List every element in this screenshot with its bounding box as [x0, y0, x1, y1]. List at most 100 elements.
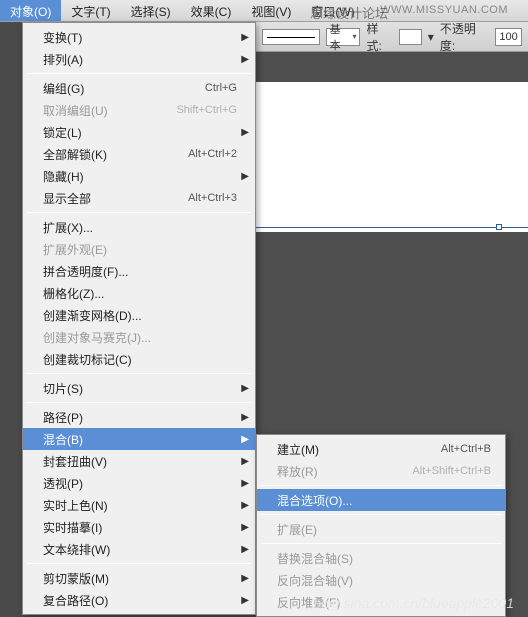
menu-item-label: 排列(A)	[43, 51, 237, 68]
profile-label: 基本	[330, 21, 351, 53]
object-menu-dropdown: 变换(T)▶排列(A)▶编组(G)Ctrl+G取消编组(U)Shift+Ctrl…	[22, 22, 256, 615]
menu-item[interactable]: 封套扭曲(V) ▶	[23, 450, 255, 472]
menu-item-label: 取消编组(U)	[43, 102, 166, 119]
menu-item[interactable]: 剪切蒙版(M) ▶	[23, 567, 255, 589]
menu-item-label: 变换(T)	[43, 29, 237, 46]
submenu-arrow-icon: ▶	[241, 127, 249, 138]
submenu-arrow-icon: ▶	[241, 171, 249, 182]
submenu-arrow-icon: ▶	[241, 522, 249, 533]
submenu-item: 反向混合轴(V)	[257, 569, 505, 591]
menu-item-label: 锁定(L)	[43, 124, 237, 141]
separator	[27, 212, 251, 213]
menu-item-label: 反向混合轴(V)	[277, 572, 491, 589]
menu-text[interactable]: 文字(T)	[61, 0, 120, 21]
menu-item[interactable]: 隐藏(H) ▶	[23, 165, 255, 187]
menu-item-label: 路径(P)	[43, 409, 237, 426]
separator	[27, 373, 251, 374]
menu-item-label: 剪切蒙版(M)	[43, 570, 237, 587]
menu-item-label: 实时描摹(I)	[43, 519, 237, 536]
submenu-arrow-icon: ▶	[241, 456, 249, 467]
menu-item-label: 文本绕排(W)	[43, 541, 237, 558]
submenu-arrow-icon: ▶	[241, 434, 249, 445]
separator	[27, 402, 251, 403]
submenu-arrow-icon: ▶	[241, 595, 249, 606]
menu-item-label: 封套扭曲(V)	[43, 453, 237, 470]
submenu-arrow-icon: ▶	[241, 478, 249, 489]
submenu-item: 扩展(E)	[257, 518, 505, 540]
menu-item[interactable]: 路径(P)▶	[23, 406, 255, 428]
anchor-point[interactable]	[496, 224, 502, 230]
style-label: 样式:	[366, 20, 392, 54]
watermark-bottom: blog.sina.com.cn/blueapple2001	[313, 595, 514, 611]
chevron-down-icon: ▾	[352, 32, 356, 41]
artboard[interactable]	[256, 82, 528, 232]
submenu-item[interactable]: 混合选项(O)...	[257, 489, 505, 511]
submenu-arrow-icon: ▶	[241, 32, 249, 43]
profile-dropdown[interactable]: 基本▾	[326, 28, 361, 46]
menu-item: 扩展外观(E)	[23, 238, 255, 260]
menu-item[interactable]: 栅格化(Z)...	[23, 282, 255, 304]
submenu-arrow-icon: ▶	[241, 544, 249, 555]
menu-item[interactable]: 透视(P) ▶	[23, 472, 255, 494]
blend-submenu: 建立(M)Alt+Ctrl+B释放(R)Alt+Shift+Ctrl+B 混合选项…	[256, 434, 506, 617]
menu-item-label: 隐藏(H)	[43, 168, 237, 185]
menu-item-label: 实时上色(N)	[43, 497, 237, 514]
separator	[27, 563, 251, 564]
menu-item[interactable]: 显示全部 Alt+Ctrl+3	[23, 187, 255, 209]
menu-item[interactable]: 实时描摹(I) ▶	[23, 516, 255, 538]
menu-item-label: 拼合透明度(F)...	[43, 263, 237, 280]
menu-item[interactable]: 扩展(X)...	[23, 216, 255, 238]
menu-item-label: 创建对象马赛克(J)...	[43, 329, 237, 346]
menu-item-label: 创建渐变网格(D)...	[43, 307, 237, 324]
shortcut: Alt+Ctrl+3	[188, 192, 237, 204]
separator	[261, 543, 501, 544]
menu-item-label: 扩展(E)	[277, 521, 491, 538]
separator	[261, 485, 501, 486]
submenu-item: 释放(R)Alt+Shift+Ctrl+B	[257, 460, 505, 482]
menu-item[interactable]: 排列(A)▶	[23, 48, 255, 70]
menu-item-label: 全部解锁(K)	[43, 146, 178, 163]
menu-item-label: 扩展外观(E)	[43, 241, 237, 258]
submenu-item: 替换混合轴(S)	[257, 547, 505, 569]
menu-item[interactable]: 创建裁切标记(C)	[23, 348, 255, 370]
menu-effect[interactable]: 效果(C)	[181, 0, 242, 21]
shortcut: Alt+Shift+Ctrl+B	[412, 465, 491, 477]
menu-item[interactable]: 复合路径(O)▶	[23, 589, 255, 611]
menu-item[interactable]: 变换(T) ▶	[23, 26, 255, 48]
menu-item: 创建对象马赛克(J)...	[23, 326, 255, 348]
menu-item-label: 栅格化(Z)...	[43, 285, 237, 302]
menu-item[interactable]: 切片(S)▶	[23, 377, 255, 399]
submenu-arrow-icon: ▶	[241, 383, 249, 394]
menu-item[interactable]: 文本绕排(W) ▶	[23, 538, 255, 560]
menu-item[interactable]: 编组(G) Ctrl+G	[23, 77, 255, 99]
menu-item[interactable]: 全部解锁(K) Alt+Ctrl+2	[23, 143, 255, 165]
menu-item[interactable]: 拼合透明度(F)...	[23, 260, 255, 282]
menu-item-label: 替换混合轴(S)	[277, 550, 491, 567]
menu-item[interactable]: 混合(B)▶	[23, 428, 255, 450]
menu-item: 取消编组(U)Shift+Ctrl+G	[23, 99, 255, 121]
shortcut: Alt+Ctrl+2	[188, 148, 237, 160]
separator	[261, 514, 501, 515]
menu-select[interactable]: 选择(S)	[121, 0, 181, 21]
menu-view[interactable]: 视图(V)	[241, 0, 301, 21]
opacity-input[interactable]: 100	[495, 28, 522, 46]
submenu-item[interactable]: 建立(M)Alt+Ctrl+B	[257, 438, 505, 460]
options-toolbar: 基本▾ 样式: ▾ 不透明度: 100	[256, 22, 528, 52]
path-segment[interactable]	[256, 227, 528, 228]
menu-object[interactable]: 对象(O)	[0, 0, 61, 21]
menu-item-label: 混合选项(O)...	[277, 492, 491, 509]
stroke-preview[interactable]	[262, 29, 320, 45]
style-swatch[interactable]	[399, 29, 422, 45]
separator	[27, 73, 251, 74]
menu-item-label: 编组(G)	[43, 80, 195, 97]
menu-item[interactable]: 锁定(L) ▶	[23, 121, 255, 143]
opacity-label: 不透明度:	[440, 20, 489, 54]
menu-item-label: 透视(P)	[43, 475, 237, 492]
submenu-arrow-icon: ▶	[241, 573, 249, 584]
shortcut: Ctrl+G	[205, 82, 237, 94]
menu-item[interactable]: 创建渐变网格(D)...	[23, 304, 255, 326]
menu-item-label: 显示全部	[43, 190, 178, 207]
shortcut: Alt+Ctrl+B	[441, 443, 491, 455]
menu-item[interactable]: 实时上色(N)▶	[23, 494, 255, 516]
menu-item-label: 扩展(X)...	[43, 219, 237, 236]
